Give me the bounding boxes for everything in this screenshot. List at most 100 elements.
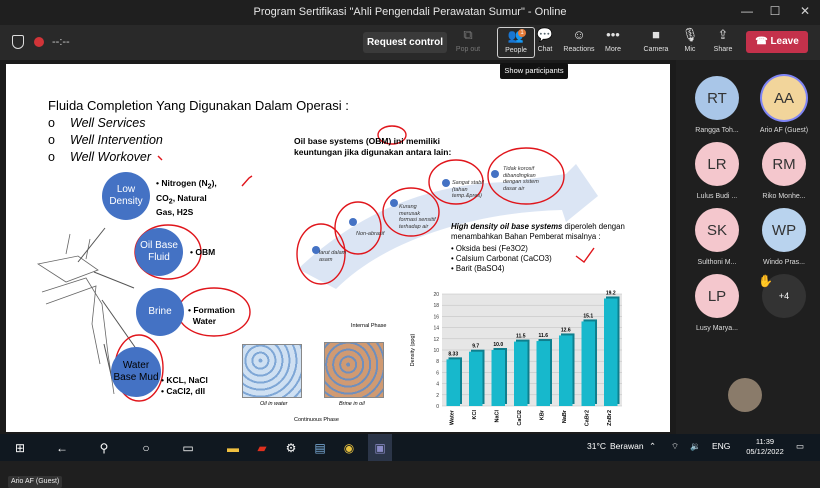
presentation-slide: Fluida Completion Yang Digunakan Dalam O…: [6, 64, 670, 432]
list-item: • Calsium Carbonat (CaCO3): [451, 254, 552, 263]
bar: [469, 351, 483, 406]
clock-time: 11:39: [755, 437, 775, 446]
participant-tile[interactable]: WP Windo Pras...: [749, 208, 819, 266]
clock-date: 05/12/2022: [746, 447, 784, 456]
network-app-icon[interactable]: ▤: [308, 434, 332, 461]
bar-value-label: 12.6: [561, 327, 571, 333]
x-tick-label: CaBr2: [584, 410, 590, 426]
people-badge: 1: [518, 29, 526, 37]
bar: [559, 335, 573, 406]
x-tick-label: KCl: [472, 410, 478, 420]
bar: [491, 350, 505, 406]
participant-tile[interactable]: AA Ario AF (Guest): [749, 76, 819, 134]
bar-value-label: 9.7: [472, 344, 479, 350]
title-bar: Program Sertifikasi "Ahli Pengendali Per…: [0, 0, 820, 25]
camera-button[interactable]: ■ Camera: [637, 27, 675, 58]
cortana-icon[interactable]: ○: [134, 434, 158, 461]
water-base-examples: • KCL, NaCl • CaCl2, dll: [161, 375, 208, 396]
language-indicator[interactable]: ENG: [712, 441, 730, 451]
bar: [581, 321, 595, 406]
brine-circle: Brine: [136, 288, 184, 336]
y-tick-label: 16: [433, 314, 439, 320]
bar: [604, 298, 618, 406]
avatar: SK: [695, 208, 739, 252]
notifications-icon[interactable]: ▭: [796, 441, 804, 452]
participant-tile[interactable]: LR Lulus Budi ...: [682, 142, 752, 200]
participant-tile[interactable]: LP Lusy Marya...: [682, 274, 752, 332]
pdf-reader-icon[interactable]: ▰: [250, 434, 274, 461]
y-tick-label: 0: [436, 404, 439, 410]
y-tick-label: 2: [436, 393, 439, 399]
leave-button[interactable]: ☎ Leave: [746, 31, 808, 53]
bar-value-label: 19.2: [606, 290, 616, 296]
shared-screen: Fluida Completion Yang Digunakan Dalam O…: [0, 60, 676, 488]
bar-value-label: 11.6: [539, 333, 549, 339]
oil-in-water-tank: [242, 344, 302, 398]
list-item: • Oksida besi (Fe3O2): [451, 244, 528, 253]
bar-value-label: 15.1: [583, 313, 593, 319]
high-density-text: High density oil base systems diperoleh …: [451, 222, 670, 274]
brine-in-oil-caption: Brine in oil: [339, 401, 365, 407]
participant-tile[interactable]: RT Rangga Toh...: [682, 76, 752, 134]
pop-out-label: Pop out: [455, 46, 481, 53]
more-button[interactable]: ••• More: [594, 27, 632, 58]
continuous-phase-label: Continuous Phase: [294, 417, 339, 423]
pop-out-button[interactable]: ⧉ Pop out: [449, 27, 487, 58]
arrow-note: Sangat stabil (tahan temp.&pres): [452, 180, 484, 199]
camera-label: Camera: [643, 46, 669, 53]
avatar: LP: [695, 274, 739, 318]
temperature[interactable]: 31°C: [587, 441, 606, 451]
self-video-preview[interactable]: [728, 378, 762, 412]
windows-taskbar: ⊞ ← ⚲ ○ ▭ ▬ ▰ ⚙ ▤ ◉ ▣ 31°C Berawan ⌃ ⌔ 🔉…: [0, 434, 820, 461]
y-tick-label: 8: [436, 359, 439, 365]
close-button[interactable]: ✕: [795, 4, 815, 18]
task-view-icon[interactable]: ▭: [176, 434, 200, 461]
file-explorer-icon[interactable]: ▬: [221, 434, 245, 461]
participant-name: Windo Pras...: [762, 259, 805, 266]
y-tick-label: 10: [433, 348, 439, 354]
maximize-button[interactable]: ☐: [765, 4, 785, 18]
x-tick-label: ZnBr2: [607, 410, 613, 426]
y-tick-label: 6: [436, 370, 439, 376]
chat-button[interactable]: 💬 Chat: [526, 27, 564, 58]
shield-icon[interactable]: [12, 35, 24, 49]
wifi-icon[interactable]: ⌔: [671, 441, 679, 452]
share-button[interactable]: ⇪ Share: [704, 27, 742, 58]
search-icon[interactable]: ⚲: [92, 434, 116, 461]
meeting-timer: --:--: [52, 36, 70, 48]
clock[interactable]: 11:39 05/12/2022: [744, 437, 786, 457]
obm-example: • OBM: [190, 247, 216, 257]
weather[interactable]: Berawan: [610, 441, 644, 451]
bar: [536, 341, 550, 406]
avatar: RM: [762, 142, 806, 186]
share-label: Share: [713, 46, 733, 53]
settings-icon[interactable]: ⚙: [279, 434, 303, 461]
y-tick-label: 4: [436, 382, 439, 388]
minimize-button[interactable]: —: [737, 4, 757, 18]
windows-start-icon[interactable]: ⊞: [8, 434, 32, 461]
bar-value-label: 10.0: [493, 342, 503, 348]
window-title: Program Sertifikasi "Ahli Pengendali Per…: [253, 6, 567, 18]
bar: [514, 341, 528, 406]
chrome-icon[interactable]: ◉: [337, 434, 361, 461]
participant-tile[interactable]: RM Riko Monhe...: [749, 142, 819, 200]
x-tick-label: CaCl2: [517, 410, 523, 426]
reactions-icon: ☺: [572, 27, 586, 42]
teams-icon[interactable]: ▣: [368, 434, 392, 461]
request-control-button[interactable]: Request control: [363, 32, 447, 53]
back-icon[interactable]: ←: [50, 434, 74, 461]
reactions-button[interactable]: ☺ Reactions: [560, 27, 598, 58]
y-tick-label: 12: [433, 337, 439, 343]
volume-icon[interactable]: 🔉: [690, 441, 701, 452]
arrow-note: Non-abrasif: [356, 231, 385, 237]
participant-tile[interactable]: SK Sulthoni M...: [682, 208, 752, 266]
formation-water-example: • Formation Water: [188, 305, 235, 326]
arrow-note: Tidak korosif dibandingkan dengan sistem…: [503, 166, 539, 192]
bar-value-label: 8.33: [448, 351, 458, 357]
y-tick-label: 18: [433, 303, 439, 309]
density-chart: 0 2 4 6 8 10 12 14 16 18 20 Density (ppg) 8.33 Water 9…: [410, 290, 622, 426]
avatar: WP: [762, 208, 806, 252]
more-icon: •••: [606, 27, 620, 42]
chevron-up-icon[interactable]: ⌃: [649, 441, 656, 452]
rig-sketch: [36, 233, 115, 395]
